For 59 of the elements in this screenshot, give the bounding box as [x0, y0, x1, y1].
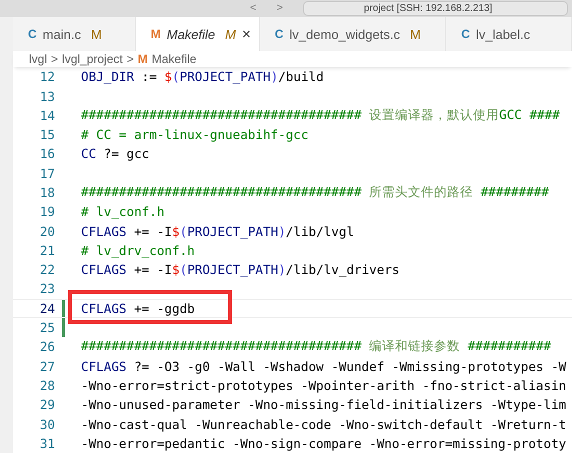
line-number: 13 [38, 88, 55, 104]
line-number: 17 [38, 166, 55, 181]
editor-tab[interactable]: C lv_label.c [446, 16, 572, 52]
file-type-icon: M [150, 27, 161, 42]
line-number: 12 [38, 69, 55, 84]
code-line: CFLAGS += -ggdb [81, 300, 195, 316]
close-button[interactable]: × [242, 26, 251, 43]
line-number: 18 [38, 184, 55, 200]
line-number: 15 [38, 127, 55, 142]
code-line: -Wno-error=strict-prototypes -Wpointer-arith -fno-strict-aliasin [81, 378, 566, 393]
file-type-icon: M [138, 52, 148, 66]
breadcrumb-item[interactable]: Makefile [152, 52, 196, 66]
code-line: ##################################### 所需头文件的路径 ######### [81, 184, 549, 201]
code-line: ##################################### 设置编译器，默认使用GCC #### [81, 106, 560, 124]
code-line: -Wno-error=pedantic -Wno-sign-compare -Wno-error=missing-prototy [81, 436, 566, 451]
code-line: -Wno-unused-parameter -Wno-missing-field-initializers -Wtype-lim [81, 397, 566, 412]
nav-button[interactable]: < [250, 2, 256, 14]
modified-indicator: M [410, 26, 421, 42]
breadcrumb-separator: > [51, 52, 58, 66]
line-number: 28 [38, 378, 55, 393]
line-number: 31 [38, 436, 55, 451]
breadcrumb-item[interactable]: lvgl_project [62, 52, 123, 66]
line-number: 29 [38, 397, 55, 412]
code-line: CFLAGS += -I$(PROJECT_PATH)/lib/lv_drivers [81, 262, 400, 278]
code-line: CFLAGS += -I$(PROJECT_PATH)/lib/lvgl [81, 224, 354, 239]
code-line: # CC = arm-linux-gnueabihf-gcc [81, 127, 308, 142]
editor-tab[interactable]: C lv_demo_widgets.c M [260, 16, 446, 52]
modified-indicator: M [90, 26, 102, 42]
line-number: 27 [38, 358, 55, 374]
modified-indicator: M [225, 26, 236, 42]
breadcrumb-item[interactable]: lvgl [29, 52, 48, 66]
code-line: CC ?= gcc [81, 146, 150, 162]
line-number: 25 [38, 320, 55, 336]
line-number: 14 [38, 108, 55, 123]
editor-tab[interactable]: M Makefile M × [136, 16, 260, 52]
code-line: -Wno-cast-qual -Wunreachable-code -Wno-switch-default -Wreturn-t [81, 416, 566, 432]
line-number: 24 [38, 300, 55, 316]
tab-label: lv_label.c [476, 26, 530, 42]
code-line: # lv_conf.h [81, 204, 164, 220]
line-number: 30 [38, 416, 55, 432]
line-number: 20 [38, 224, 55, 239]
line-number: 16 [38, 146, 55, 162]
code-line: ##################################### 编译和链接参数 ########### [81, 338, 552, 356]
code-line: CFLAGS ?= -O3 -g0 -Wall -Wshadow -Wundef -Wmissing-prototypes -W [81, 358, 566, 374]
tab-label: lv_demo_widgets.c [289, 26, 400, 42]
line-number: 21 [38, 242, 55, 258]
line-number: 26 [38, 339, 55, 354]
breadcrumb-separator: > [126, 52, 134, 66]
code-line: OBJ_DIR := $(PROJECT_PATH)/build [81, 69, 324, 84]
line-number: 19 [38, 204, 55, 220]
tab-label: Makefile [166, 26, 216, 42]
file-type-icon: C [28, 27, 37, 42]
file-type-icon: C [274, 27, 284, 42]
code-line: # lv_drv_conf.h [81, 242, 195, 258]
line-number: 22 [38, 262, 55, 278]
search-field[interactable]: project [SSH: 192.168.2.213] [302, 0, 568, 16]
tab-label: main.c [42, 26, 81, 42]
file-type-icon: C [461, 27, 470, 42]
line-number: 23 [38, 281, 55, 296]
